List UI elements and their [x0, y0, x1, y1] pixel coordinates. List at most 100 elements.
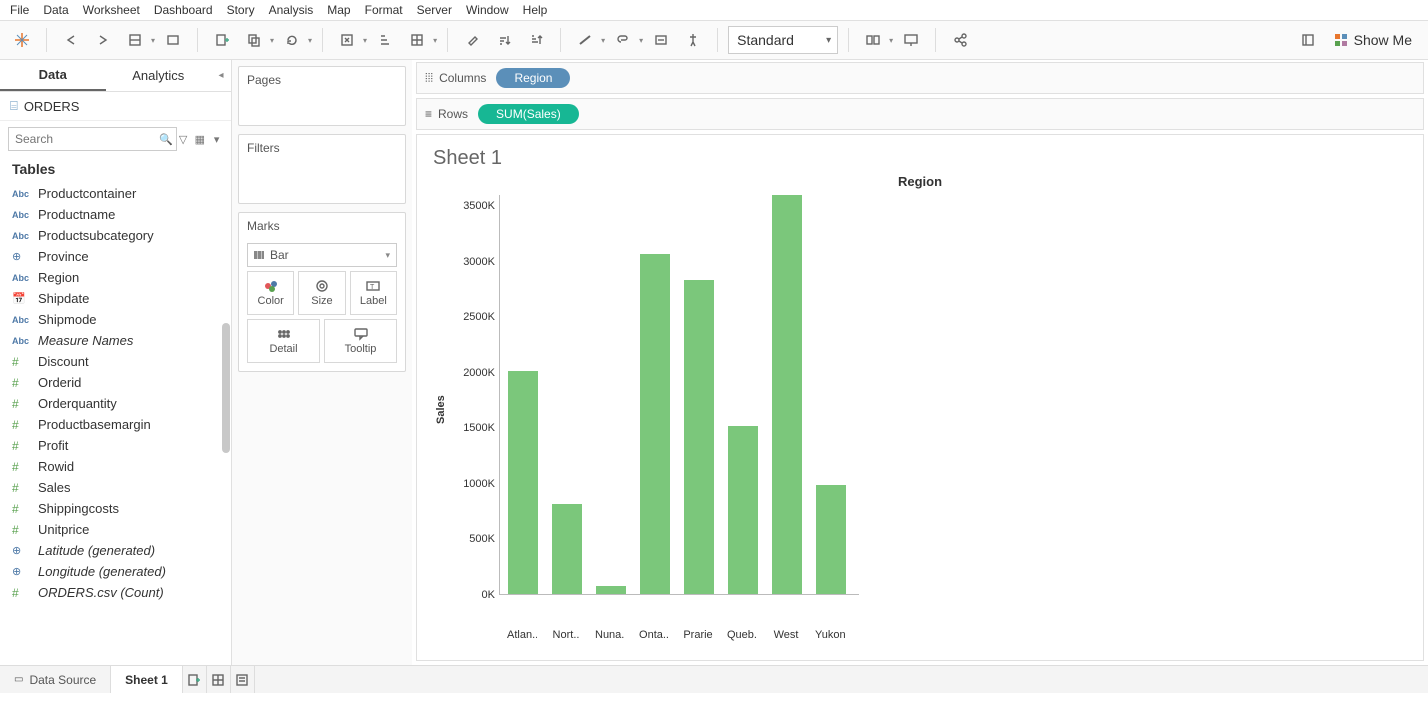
- field-orderquantity[interactable]: #Orderquantity: [0, 393, 231, 414]
- bar-yukon[interactable]: [816, 485, 846, 594]
- new-data-button[interactable]: [159, 26, 187, 54]
- share-button[interactable]: [946, 26, 974, 54]
- bar-onta[interactable]: [640, 254, 670, 594]
- tab-sheet-1[interactable]: Sheet 1: [111, 666, 183, 693]
- duplicate-button[interactable]: [240, 26, 268, 54]
- rows-pill-sales[interactable]: SUM(Sales): [478, 104, 579, 124]
- bar-atlan[interactable]: [508, 371, 538, 594]
- new-story-button[interactable]: [231, 666, 255, 693]
- field-productcontainer[interactable]: AbcProductcontainer: [0, 183, 231, 204]
- filter-icon[interactable]: ▽: [177, 133, 190, 146]
- field-productbasemargin[interactable]: #Productbasemargin: [0, 414, 231, 435]
- sort-desc-button[interactable]: [522, 26, 550, 54]
- tab-data[interactable]: Data: [0, 60, 106, 91]
- highlight-button[interactable]: [458, 26, 486, 54]
- show-cards-button[interactable]: [859, 26, 887, 54]
- pin-button[interactable]: [679, 26, 707, 54]
- menu-data[interactable]: Data: [43, 3, 68, 17]
- field-orders-csv-count-[interactable]: #ORDERS.csv (Count): [0, 582, 231, 603]
- tableau-logo-icon[interactable]: [8, 26, 36, 54]
- collapse-pane-icon[interactable]: ◂: [211, 60, 231, 91]
- find-icon[interactable]: 🔍: [159, 133, 173, 146]
- line-dropdown-icon[interactable]: ▾: [601, 36, 605, 45]
- field-rowid[interactable]: #Rowid: [0, 456, 231, 477]
- menu-dashboard[interactable]: Dashboard: [154, 3, 213, 17]
- menu-worksheet[interactable]: Worksheet: [83, 3, 140, 17]
- swap-button[interactable]: [333, 26, 361, 54]
- attachment-button[interactable]: [609, 26, 637, 54]
- pages-card[interactable]: Pages: [238, 66, 406, 126]
- field-orderid[interactable]: #Orderid: [0, 372, 231, 393]
- field-province[interactable]: ⊕Province: [0, 246, 231, 267]
- sort-button[interactable]: [371, 26, 399, 54]
- fit-select[interactable]: Standard: [728, 26, 838, 54]
- swap-dropdown-icon[interactable]: ▾: [363, 36, 367, 45]
- bar-west[interactable]: [772, 195, 802, 594]
- field-shipdate[interactable]: 📅Shipdate: [0, 288, 231, 309]
- sheet-title[interactable]: Sheet 1: [433, 147, 1407, 170]
- show-me-button[interactable]: Show Me: [1326, 32, 1420, 48]
- menu-format[interactable]: Format: [365, 3, 403, 17]
- tab-data-source[interactable]: ▭Data Source: [0, 666, 111, 693]
- tooltip-shelf[interactable]: Tooltip: [324, 319, 397, 363]
- tab-analytics[interactable]: Analytics: [106, 60, 212, 91]
- field-shipmode[interactable]: AbcShipmode: [0, 309, 231, 330]
- new-dashboard-button[interactable]: [207, 666, 231, 693]
- bar-prarie[interactable]: [684, 280, 714, 594]
- field-productname[interactable]: AbcProductname: [0, 204, 231, 225]
- field-unitprice[interactable]: #Unitprice: [0, 519, 231, 540]
- mark-type-select[interactable]: Bar: [247, 243, 397, 267]
- scrollbar-thumb[interactable]: [222, 323, 230, 453]
- redo-button[interactable]: [89, 26, 117, 54]
- attachment-dropdown-icon[interactable]: ▾: [639, 36, 643, 45]
- new-sheet-button[interactable]: [208, 26, 236, 54]
- view-icon[interactable]: ▦: [193, 133, 206, 146]
- label-shelf[interactable]: TLabel: [350, 271, 397, 315]
- menu-help[interactable]: Help: [523, 3, 548, 17]
- totals-dropdown-icon[interactable]: ▾: [433, 36, 437, 45]
- field-profit[interactable]: #Profit: [0, 435, 231, 456]
- field-longitude-generated-[interactable]: ⊕Longitude (generated): [0, 561, 231, 582]
- menu-icon[interactable]: ▾: [210, 133, 223, 146]
- bar-nuna[interactable]: [596, 586, 626, 594]
- color-shelf[interactable]: Color: [247, 271, 294, 315]
- sort-asc-button[interactable]: [490, 26, 518, 54]
- menu-map[interactable]: Map: [327, 3, 350, 17]
- menu-file[interactable]: File: [10, 3, 29, 17]
- filters-card[interactable]: Filters: [238, 134, 406, 204]
- menu-window[interactable]: Window: [466, 3, 509, 17]
- field-measure-names[interactable]: AbcMeasure Names: [0, 330, 231, 351]
- field-shippingcosts[interactable]: #Shippingcosts: [0, 498, 231, 519]
- rows-shelf[interactable]: ≡Rows SUM(Sales): [416, 98, 1424, 130]
- save-button[interactable]: [121, 26, 149, 54]
- bar-nort[interactable]: [552, 504, 582, 594]
- detail-shelf[interactable]: Detail: [247, 319, 320, 363]
- field-region[interactable]: AbcRegion: [0, 267, 231, 288]
- guide-button[interactable]: [1294, 26, 1322, 54]
- save-dropdown-icon[interactable]: ▾: [151, 36, 155, 45]
- new-worksheet-button[interactable]: [183, 666, 207, 693]
- refresh-dropdown-icon[interactable]: ▾: [308, 36, 312, 45]
- columns-pill-region[interactable]: Region: [496, 68, 570, 88]
- presentation-button[interactable]: [897, 26, 925, 54]
- duplicate-dropdown-icon[interactable]: ▾: [270, 36, 274, 45]
- field-productsubcategory[interactable]: AbcProductsubcategory: [0, 225, 231, 246]
- menu-analysis[interactable]: Analysis: [269, 3, 314, 17]
- field-sales[interactable]: #Sales: [0, 477, 231, 498]
- mark-label-button[interactable]: [647, 26, 675, 54]
- field-latitude-generated-[interactable]: ⊕Latitude (generated): [0, 540, 231, 561]
- size-shelf[interactable]: Size: [298, 271, 345, 315]
- cards-dropdown-icon[interactable]: ▾: [889, 36, 893, 45]
- totals-button[interactable]: [403, 26, 431, 54]
- menu-server[interactable]: Server: [417, 3, 452, 17]
- bar-queb[interactable]: [728, 426, 758, 594]
- plot-area[interactable]: [499, 195, 859, 595]
- data-source-row[interactable]: ⌸ ORDERS: [0, 92, 231, 121]
- search-input[interactable]: [8, 127, 177, 151]
- columns-shelf[interactable]: ⦙⦙⦙Columns Region: [416, 62, 1424, 94]
- field-discount[interactable]: #Discount: [0, 351, 231, 372]
- line-format-button[interactable]: [571, 26, 599, 54]
- fields-list[interactable]: AbcProductcontainerAbcProductnameAbcProd…: [0, 183, 231, 665]
- menu-story[interactable]: Story: [227, 3, 255, 17]
- undo-button[interactable]: [57, 26, 85, 54]
